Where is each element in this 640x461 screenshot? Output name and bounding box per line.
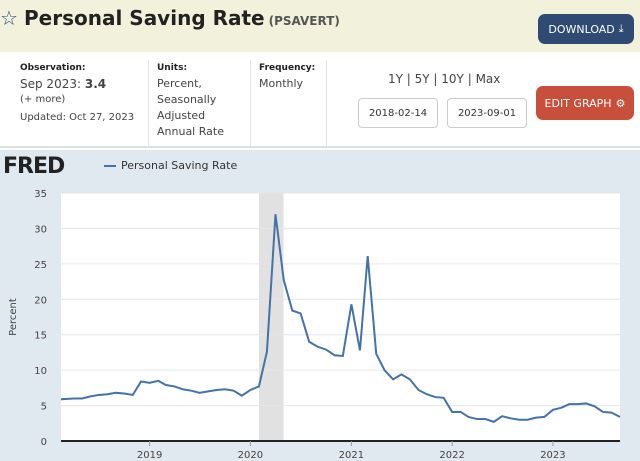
y-tick-label: 20 [34,295,47,306]
units-line: Seasonally [157,93,217,106]
divider [250,60,251,146]
x-tick-label: 2021 [339,450,364,461]
observation-date: Sep 2023: [20,77,82,91]
start-date-input[interactable]: 2018-02-14 [358,98,438,128]
y-tick-label: 35 [34,189,47,200]
units-line: Percent, [157,77,202,90]
frequency-value: Monthly [259,77,304,90]
page-header: ☆ Personal Saving Rate (PSAVERT) DOWNLOAD… [0,0,640,52]
series-info: Observation: Sep 2023: 3.4 (+ more) Upda… [0,52,640,148]
y-tick-label: 0 [41,437,47,448]
y-tick-label: 5 [41,402,47,413]
y-tick-label: 30 [34,224,47,235]
observation-label: Observation: [20,63,86,73]
download-label: DOWNLOAD [548,22,615,36]
page-title: Personal Saving Rate (PSAVERT) [24,6,340,30]
divider [148,60,149,146]
y-tick-label: 10 [34,366,47,377]
edit-graph-label: EDIT GRAPH [544,96,612,110]
range-max[interactable]: Max [476,72,501,86]
y-axis-label: Percent [8,298,19,336]
range-5y[interactable]: 5Y [415,72,430,86]
range-selector: 1Y | 5Y | 10Y | Max [388,72,501,86]
observation-value: 3.4 [84,77,107,91]
units-line: Annual Rate [157,125,224,138]
more-link[interactable]: (+ more) [20,92,134,108]
frequency-label: Frequency: [259,63,316,73]
range-10y[interactable]: 10Y [441,72,464,86]
plot-background [61,193,620,441]
x-tick-label: 2019 [137,450,162,461]
x-tick-label: 2023 [540,450,565,461]
units-line: Adjusted [157,109,206,122]
units-block: Units: Percent, Seasonally Adjusted Annu… [157,62,224,140]
end-date-input[interactable]: 2023-09-01 [447,98,527,128]
gear-icon: ⚙ [615,96,626,110]
units-label: Units: [157,63,188,73]
recession-shading [258,193,284,441]
updated-date: Updated: Oct 27, 2023 [20,112,135,123]
y-tick-label: 15 [34,331,47,342]
chart-area: FRED Personal Saving Rate 0 5 10 15 20 25 30 35… [0,150,640,461]
x-tick-label: 2022 [439,450,464,461]
divider [326,60,327,146]
observation-block: Observation: Sep 2023: 3.4 (+ more) Upda… [20,62,134,126]
line-chart[interactable]: 0 5 10 15 20 25 30 35 2019 2020 2021 2022 2023 Percen… [0,150,640,461]
download-button[interactable]: DOWNLOAD ⤓ [538,14,634,44]
y-tick-label: 25 [34,260,47,271]
x-tick-label: 2020 [238,450,263,461]
series-title: Personal Saving Rate [24,6,265,30]
frequency-block: Frequency: Monthly [259,62,315,92]
edit-graph-button[interactable]: EDIT GRAPH ⚙ [536,86,634,120]
star-icon[interactable]: ☆ [0,6,18,30]
series-id: (PSAVERT) [268,14,340,28]
range-1y[interactable]: 1Y [388,72,403,86]
download-icon: ⤓ [618,22,624,35]
